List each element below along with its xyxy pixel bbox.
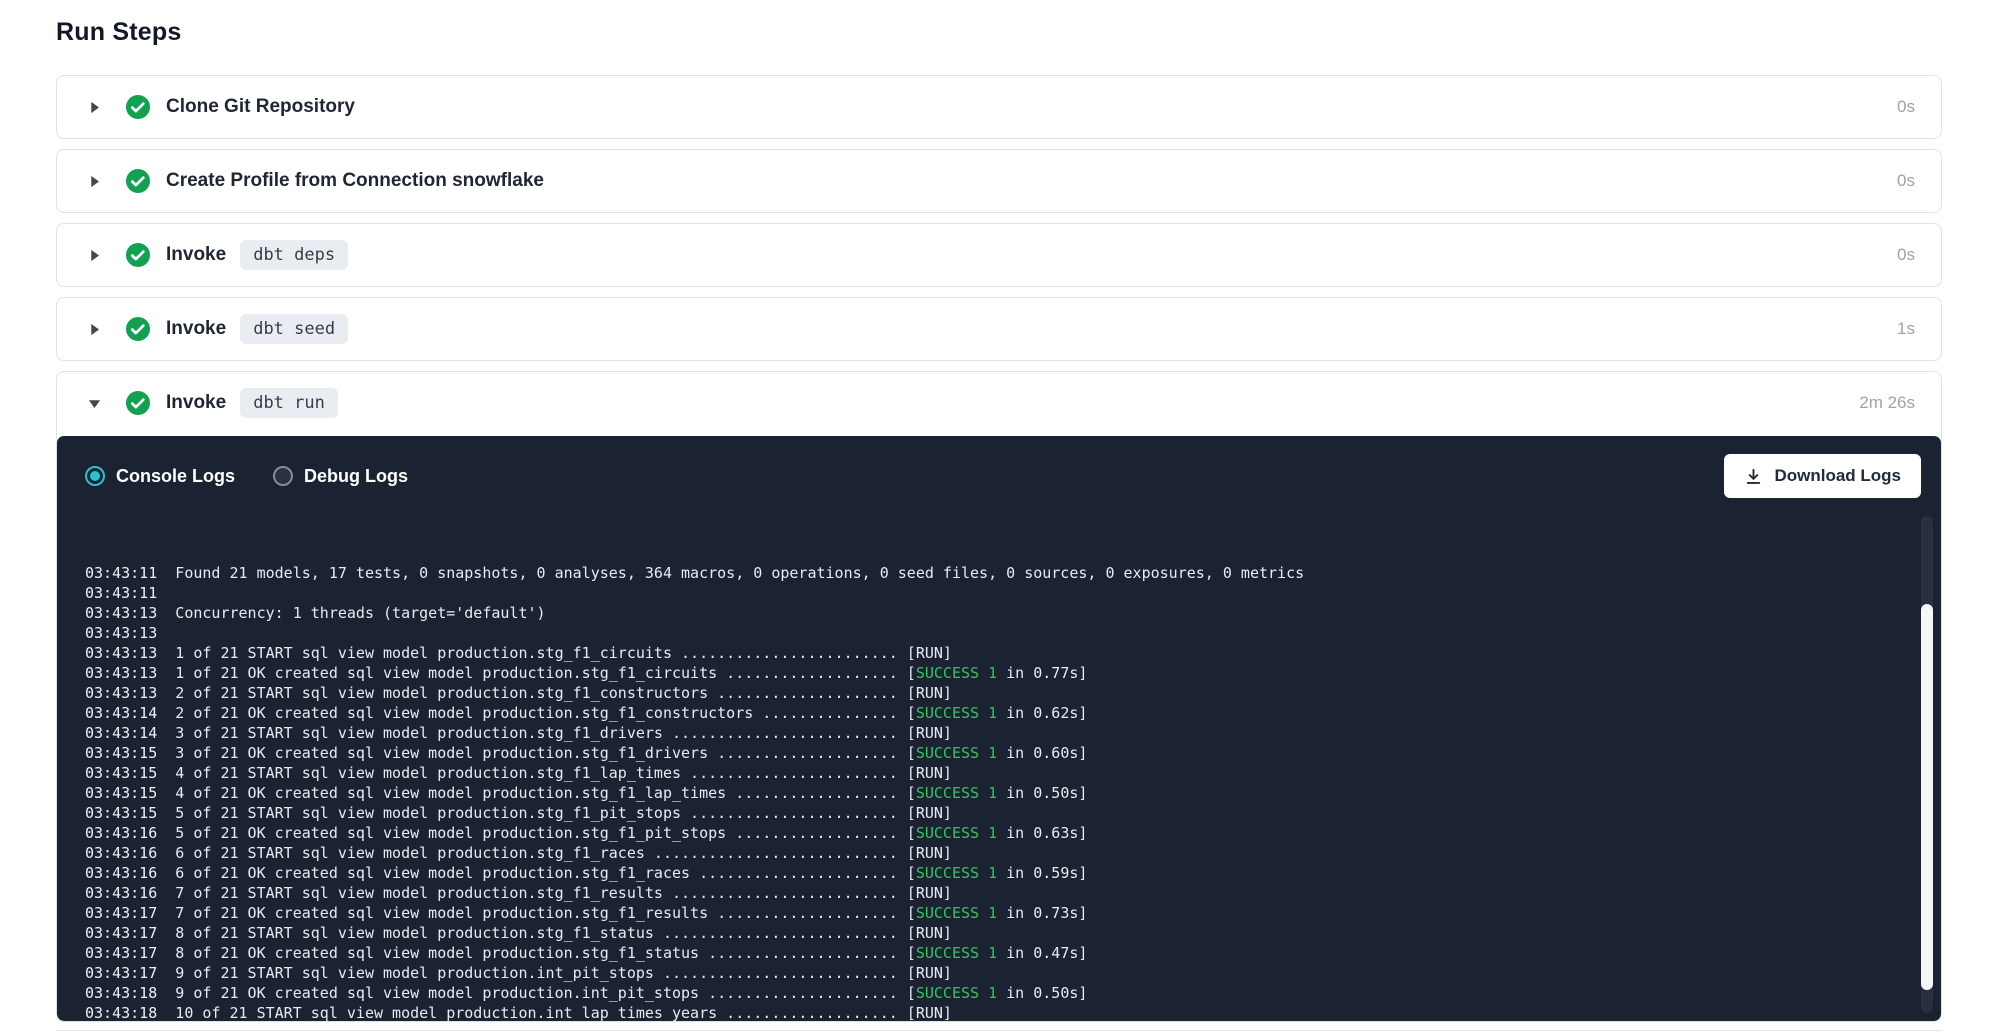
console-scrollbar-track[interactable] xyxy=(1921,516,1933,1013)
command-chip: dbt run xyxy=(240,388,338,418)
log-line: 03:43:131 of 21 START sql view model pro… xyxy=(85,643,1885,663)
log-line: 03:43:189 of 21 OK created sql view mode… xyxy=(85,983,1885,1003)
log-line: 03:43:153 of 21 OK created sql view mode… xyxy=(85,743,1885,763)
log-line: 03:43:11Found 21 models, 17 tests, 0 sna… xyxy=(85,563,1885,583)
log-line: 03:43:11 xyxy=(85,583,1885,603)
log-line: 03:43:13 xyxy=(85,623,1885,643)
step-duration: 0s xyxy=(1897,97,1915,117)
step-header-dbt-seed[interactable]: Invoke dbt seed 1s xyxy=(57,298,1941,360)
command-chip: dbt seed xyxy=(240,314,348,344)
console-toolbar: Console Logs Debug Logs Download Logs xyxy=(57,436,1941,512)
radio-label: Debug Logs xyxy=(304,466,408,487)
log-line: 03:43:178 of 21 START sql view model pro… xyxy=(85,923,1885,943)
step-header-create-profile[interactable]: Create Profile from Connection snowflake… xyxy=(57,150,1941,212)
success-check-icon xyxy=(125,168,151,194)
log-line: 03:43:154 of 21 START sql view model pro… xyxy=(85,763,1885,783)
chevron-right-icon[interactable] xyxy=(85,322,103,337)
log-line: 03:43:155 of 21 START sql view model pro… xyxy=(85,803,1885,823)
console-panel: Console Logs Debug Logs Download Logs xyxy=(57,436,1941,1021)
success-check-icon xyxy=(125,94,151,120)
command-chip: dbt deps xyxy=(240,240,348,270)
step-duration: 0s xyxy=(1897,171,1915,191)
log-type-radio-group: Console Logs Debug Logs xyxy=(85,466,408,487)
chevron-right-icon[interactable] xyxy=(85,174,103,189)
chevron-right-icon[interactable] xyxy=(85,248,103,263)
log-line: 03:43:142 of 21 OK created sql view mode… xyxy=(85,703,1885,723)
log-line: 03:43:13Concurrency: 1 threads (target='… xyxy=(85,603,1885,623)
log-line: 03:43:131 of 21 OK created sql view mode… xyxy=(85,663,1885,683)
log-line: 03:43:166 of 21 START sql view model pro… xyxy=(85,843,1885,863)
step-header-dbt-run[interactable]: Invoke dbt run 2m 26s xyxy=(57,372,1941,434)
step-card-create-profile: Create Profile from Connection snowflake… xyxy=(56,149,1942,213)
radio-console-logs[interactable]: Console Logs xyxy=(85,466,235,487)
log-line: 03:43:154 of 21 OK created sql view mode… xyxy=(85,783,1885,803)
success-check-icon xyxy=(125,242,151,268)
download-logs-button[interactable]: Download Logs xyxy=(1724,454,1921,498)
step-duration: 1s xyxy=(1897,319,1915,339)
log-line: 03:43:167 of 21 START sql view model pro… xyxy=(85,883,1885,903)
radio-unselected-icon[interactable] xyxy=(273,466,293,486)
step-header-clone-git[interactable]: Clone Git Repository 0s xyxy=(57,76,1941,138)
chevron-down-icon[interactable] xyxy=(85,396,103,411)
step-duration: 0s xyxy=(1897,245,1915,265)
log-line: 03:43:143 of 21 START sql view model pro… xyxy=(85,723,1885,743)
log-line: 03:43:165 of 21 OK created sql view mode… xyxy=(85,823,1885,843)
step-list: Clone Git Repository 0s Create Profile f… xyxy=(56,75,1942,1022)
step-card-dbt-seed: Invoke dbt seed 1s xyxy=(56,297,1942,361)
success-check-icon xyxy=(125,390,151,416)
chevron-right-icon[interactable] xyxy=(85,100,103,115)
step-card-dbt-deps: Invoke dbt deps 0s xyxy=(56,223,1942,287)
radio-label: Console Logs xyxy=(116,466,235,487)
radio-selected-icon[interactable] xyxy=(85,466,105,486)
step-header-dbt-deps[interactable]: Invoke dbt deps 0s xyxy=(57,224,1941,286)
log-line: 03:43:177 of 21 OK created sql view mode… xyxy=(85,903,1885,923)
page-title: Run Steps xyxy=(56,18,1942,47)
log-line: 03:43:178 of 21 OK created sql view mode… xyxy=(85,943,1885,963)
console-scrollbar-thumb[interactable] xyxy=(1921,604,1933,990)
log-line: 03:43:166 of 21 OK created sql view mode… xyxy=(85,863,1885,883)
step-label: Invoke xyxy=(166,392,226,414)
step-label: Invoke xyxy=(166,318,226,340)
step-card-dbt-run: Invoke dbt run 2m 26s Console Logs Debug… xyxy=(56,371,1942,1022)
step-duration: 2m 26s xyxy=(1859,393,1915,413)
step-card-clone-git: Clone Git Repository 0s xyxy=(56,75,1942,139)
run-steps-page: Run Steps Clone Git Repository 0s xyxy=(56,0,1942,1032)
success-check-icon xyxy=(125,316,151,342)
step-label: Create Profile from Connection snowflake xyxy=(166,170,544,192)
download-logs-label: Download Logs xyxy=(1774,466,1901,486)
log-line: 03:43:1810 of 21 START sql view model pr… xyxy=(85,1003,1885,1021)
log-line: 03:43:132 of 21 START sql view model pro… xyxy=(85,683,1885,703)
download-icon xyxy=(1744,467,1763,486)
step-label: Invoke xyxy=(166,244,226,266)
log-line: 03:43:179 of 21 START sql view model pro… xyxy=(85,963,1885,983)
console-log: 03:43:11Found 21 models, 17 tests, 0 sna… xyxy=(57,512,1941,1021)
radio-debug-logs[interactable]: Debug Logs xyxy=(273,466,408,487)
step-label: Clone Git Repository xyxy=(166,96,355,118)
